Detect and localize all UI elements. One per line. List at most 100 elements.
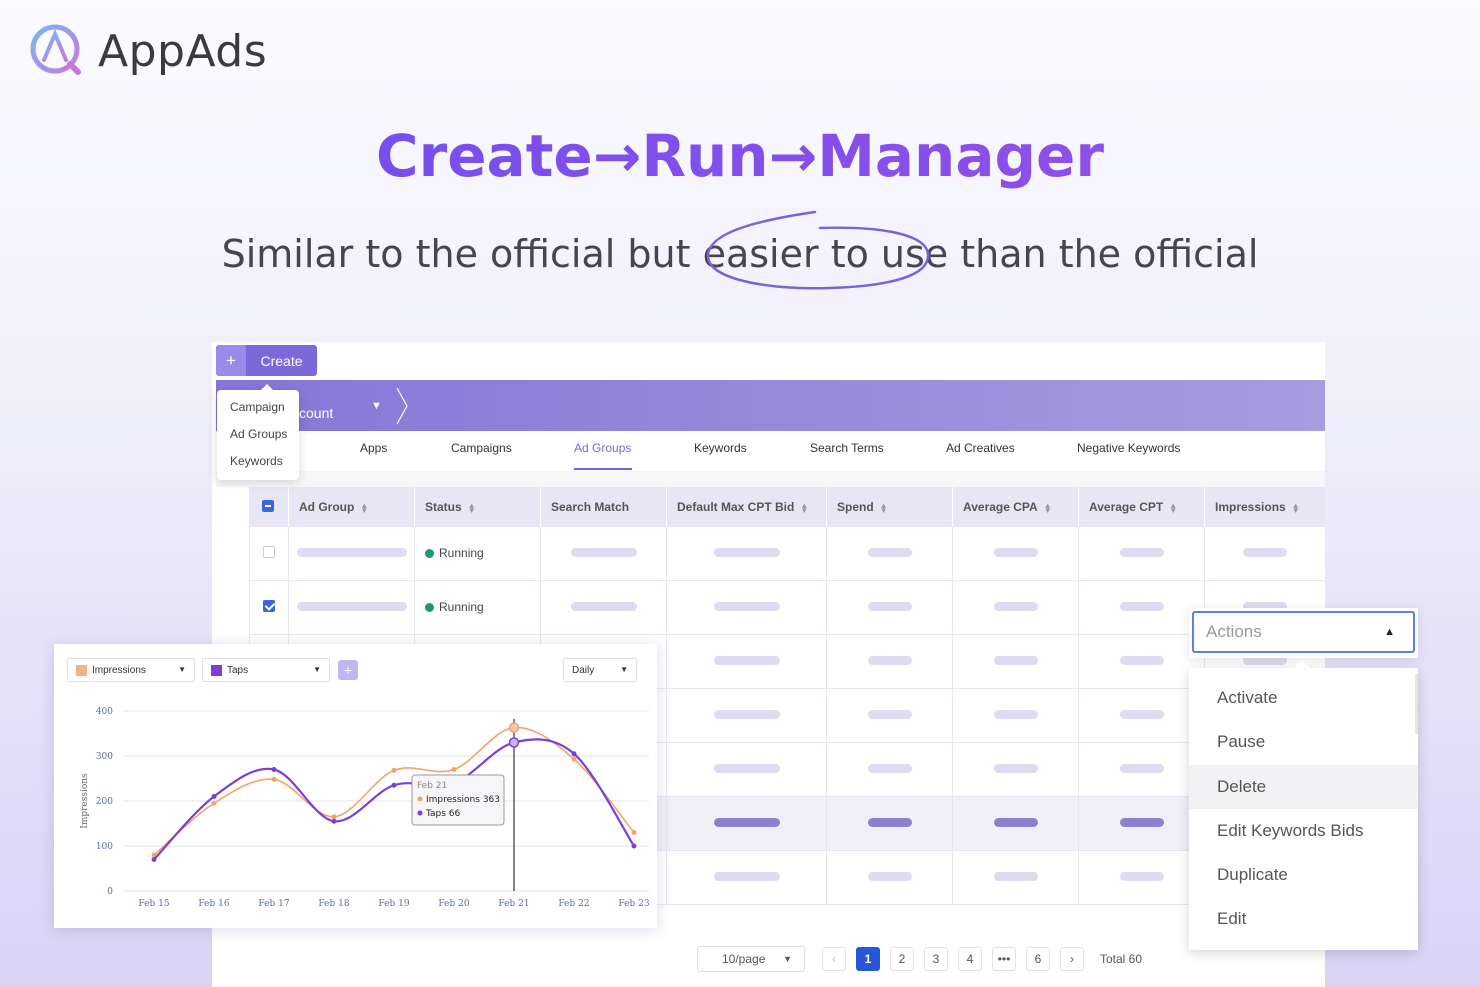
page-1-button[interactable]: 1 — [856, 947, 880, 971]
data-point — [571, 751, 577, 757]
tooltip-line: Impressions 363 — [426, 795, 500, 805]
x-tick-label: Feb 15 — [138, 899, 169, 909]
page-2-button[interactable]: 2 — [890, 947, 914, 971]
action-activate[interactable]: Activate — [1189, 676, 1418, 720]
action-delete[interactable]: Delete — [1189, 764, 1418, 809]
tab-ad-groups[interactable]: Ad Groups — [574, 441, 631, 455]
page-size-select[interactable]: 10/page ▼ — [697, 946, 805, 972]
table-row[interactable]: Running — [249, 527, 1325, 581]
create-button[interactable]: + Create — [216, 345, 317, 376]
tab-ad-creatives[interactable]: Ad Creatives — [946, 441, 1015, 455]
table-cell — [953, 851, 1079, 905]
placeholder-bar — [994, 764, 1038, 773]
header-select-all-cell — [249, 487, 289, 527]
table-cell — [249, 527, 289, 581]
placeholder-bar — [714, 710, 780, 719]
sort-icon[interactable]: ▲ ▼ — [1044, 501, 1052, 514]
action-edit[interactable]: Edit — [1189, 897, 1418, 941]
col-average-cpa[interactable]: Average CPA ▲ ▼ — [953, 487, 1079, 527]
status-dot-icon — [425, 602, 434, 612]
subline-after: than the official — [948, 232, 1259, 276]
caret-up-icon: ▲ — [1384, 626, 1395, 638]
table-cell — [541, 527, 667, 581]
data-point — [391, 782, 397, 788]
table-cell — [1079, 689, 1205, 743]
table-cell: Running — [415, 581, 541, 635]
y-tick-label: 300 — [96, 752, 113, 762]
col-spend[interactable]: Spend ▲ ▼ — [827, 487, 953, 527]
table-cell — [1079, 527, 1205, 581]
table-cell — [667, 527, 827, 581]
col-default-max-cpt-bid[interactable]: Default Max CPT Bid ▲ ▼ — [667, 487, 827, 527]
tab-negative-keywords[interactable]: Negative Keywords — [1077, 441, 1180, 455]
row-checkbox[interactable] — [263, 600, 275, 612]
tab-keywords[interactable]: Keywords — [694, 441, 747, 455]
col-status[interactable]: Status ▲ ▼ — [415, 487, 541, 527]
sort-icon[interactable]: ▲ ▼ — [800, 501, 808, 514]
ellipsis-button[interactable]: ••• — [992, 947, 1016, 971]
actions-select-wrapper: Actions ▲ — [1189, 608, 1418, 658]
table-cell — [953, 635, 1079, 689]
tab-search-terms[interactable]: Search Terms — [810, 441, 884, 455]
page-6-button[interactable]: 6 — [1026, 947, 1050, 971]
select-all-checkbox[interactable] — [262, 500, 274, 512]
col-ad-group[interactable]: Ad Group ▲ ▼ — [289, 487, 415, 527]
page-4-button[interactable]: 4 — [958, 947, 982, 971]
headline: Create→Run→Manager — [0, 122, 1480, 190]
table-header: Ad Group ▲ ▼ Status ▲ ▼ Search Match Default… — [249, 487, 1325, 527]
appads-logo-icon — [30, 24, 81, 75]
next-page-button[interactable]: › — [1060, 947, 1084, 971]
action-pause[interactable]: Pause — [1189, 720, 1418, 764]
tab-apps[interactable]: Apps — [360, 441, 387, 455]
table-cell — [667, 689, 827, 743]
active-tab-indicator — [574, 468, 632, 470]
placeholder-bar — [714, 548, 780, 557]
action-duplicate[interactable]: Duplicate — [1189, 853, 1418, 897]
status-text: Running — [439, 600, 484, 614]
menu-scrollbar[interactable] — [1415, 674, 1418, 734]
data-point — [331, 814, 337, 820]
table-cell — [827, 797, 953, 851]
placeholder-bar — [1120, 710, 1164, 719]
create-menu-keywords[interactable]: Keywords — [217, 451, 299, 478]
sort-icon[interactable]: ▲ ▼ — [1292, 501, 1300, 514]
series-line-taps — [153, 738, 635, 861]
actions-placeholder: Actions — [1206, 622, 1262, 641]
table-cell — [667, 851, 827, 905]
tab-campaigns[interactable]: Campaigns — [451, 441, 512, 455]
placeholder-bar — [868, 710, 912, 719]
table-cell — [953, 797, 1079, 851]
data-point — [571, 756, 577, 762]
sort-icon[interactable]: ▲ ▼ — [360, 501, 368, 514]
tabs: Apps Campaigns Ad Groups Keywords Search… — [216, 431, 1325, 471]
caret-down-icon[interactable]: ▼ — [371, 400, 382, 412]
prev-page-button[interactable]: ‹ — [822, 947, 846, 971]
table-cell — [827, 851, 953, 905]
table-cell — [953, 689, 1079, 743]
placeholder-bar — [1120, 548, 1164, 557]
data-point — [211, 794, 217, 799]
table-cell — [667, 797, 827, 851]
table-row[interactable]: Running — [249, 581, 1325, 635]
plus-icon: + — [216, 345, 246, 376]
actions-select[interactable]: Actions ▲ — [1192, 611, 1415, 653]
create-menu-ad-groups[interactable]: Ad Groups — [217, 424, 299, 451]
placeholder-bar — [714, 602, 780, 611]
x-tick-label: Feb 22 — [558, 899, 589, 909]
placeholder-bar — [868, 764, 912, 773]
sort-icon[interactable]: ▲ ▼ — [1169, 501, 1177, 514]
page-size-value: 10/page — [722, 952, 766, 966]
sort-icon[interactable]: ▲ ▼ — [880, 501, 888, 514]
create-menu-campaign[interactable]: Campaign — [217, 397, 299, 424]
col-average-cpt[interactable]: Average CPT ▲ ▼ — [1079, 487, 1205, 527]
col-search-match: Search Match — [541, 487, 667, 527]
data-point — [508, 722, 520, 733]
page-3-button[interactable]: 3 — [924, 947, 948, 971]
data-point — [451, 767, 457, 772]
col-impressions[interactable]: Impressions ▲ ▼ — [1205, 487, 1325, 527]
subline-highlight: easier to use — [702, 232, 949, 276]
sort-icon[interactable]: ▲ ▼ — [468, 501, 476, 514]
placeholder-bar — [994, 710, 1038, 719]
row-checkbox[interactable] — [263, 546, 275, 558]
action-edit-keywords-bids[interactable]: Edit Keywords Bids — [1189, 809, 1418, 853]
